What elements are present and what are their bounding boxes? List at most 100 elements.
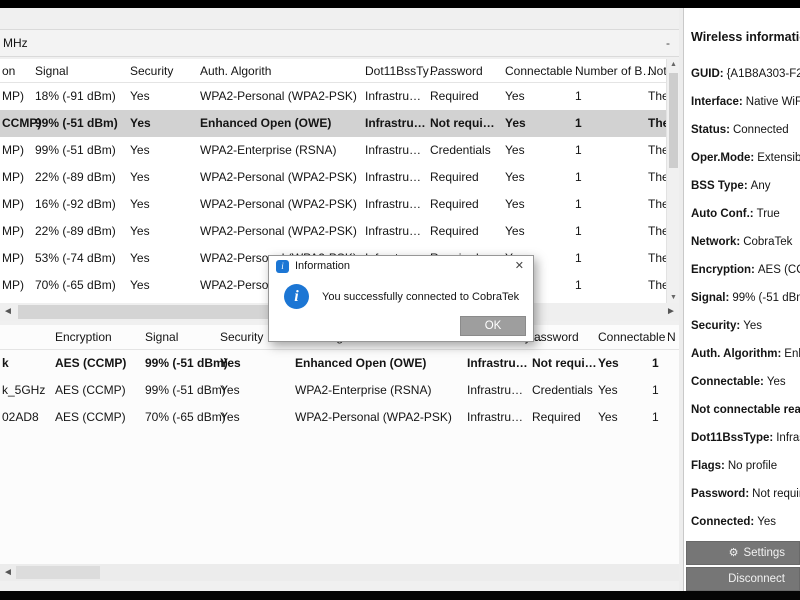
info-field-network: Network: CobraTek xyxy=(691,236,793,248)
cell: Infrastru… xyxy=(365,116,426,130)
network-row[interactable]: MP) 18% (-91 dBm) Yes WPA2-Personal (WPA… xyxy=(0,83,666,110)
disconnect-button-label: Disconnect xyxy=(728,573,785,585)
column-header-signal[interactable]: Signal xyxy=(35,59,68,83)
dialog-message: You successfully connected to CobraTek xyxy=(322,291,520,303)
network-row[interactable]: MP) 16% (-92 dBm) Yes WPA2-Personal (WPA… xyxy=(0,191,666,218)
scrollbar-thumb[interactable] xyxy=(18,305,288,319)
settings-button[interactable]: ⚙ Settings xyxy=(686,541,800,565)
cell: 1 xyxy=(575,278,582,292)
cell: 1 xyxy=(575,197,582,211)
cell: Yes xyxy=(130,224,150,238)
info-field-not-connectable-reason: Not connectable reas xyxy=(691,404,800,416)
cell: 99% (-51 dBm) xyxy=(145,383,226,397)
network-row[interactable]: MP) 22% (-89 dBm) Yes WPA2-Personal (WPA… xyxy=(0,218,666,245)
info-field-auth-algorithm: Auth. Algorithm:Enh xyxy=(691,348,800,360)
disconnect-button[interactable]: Disconnect xyxy=(686,567,800,591)
cell: 1 xyxy=(652,383,659,397)
dialog-title: Information xyxy=(295,260,351,272)
settings-button-label: Settings xyxy=(743,547,785,559)
cell: Yes xyxy=(598,410,618,424)
column-header-number-of-bssids[interactable]: Number of B… xyxy=(575,59,654,83)
dropdown-glyph[interactable]: - xyxy=(666,30,670,56)
column-header-not-connectable[interactable]: N xyxy=(667,325,676,349)
information-dialog: i Information ✕ i You successfully conne… xyxy=(268,255,534,342)
gear-icon: ⚙ xyxy=(728,547,739,559)
cell: 1 xyxy=(575,116,582,130)
cell: Yes xyxy=(130,251,150,265)
cell: 22% (-89 dBm) xyxy=(35,224,116,238)
cell: Required xyxy=(430,170,479,184)
column-header-password[interactable]: Password xyxy=(430,59,483,83)
column-header-encryption[interactable]: on xyxy=(2,59,15,83)
cell: 02AD8 xyxy=(2,410,39,424)
scroll-right-icon[interactable]: ► xyxy=(663,303,679,321)
frequency-label: MHz xyxy=(3,36,28,50)
column-header-security[interactable]: Security xyxy=(220,325,263,349)
column-header-encryption[interactable]: Encryption xyxy=(55,325,112,349)
cell: 1 xyxy=(652,410,659,424)
cell: 99% (-51 dBm) xyxy=(35,116,118,130)
info-field-guid: GUID:{A1B8A303-F25 xyxy=(691,68,800,80)
cell: Infrastru… xyxy=(467,383,524,397)
cell: 1 xyxy=(575,251,582,265)
cell: The c… xyxy=(648,278,666,292)
wireless-info-panel: Wireless information GUID:{A1B8A303-F25 … xyxy=(683,8,800,591)
cell: Required xyxy=(430,89,479,103)
cell: MP) xyxy=(2,143,24,157)
column-header-auth-algorithm[interactable]: Auth. Algorith xyxy=(200,59,271,83)
column-header-connectable[interactable]: Connectable xyxy=(505,59,572,83)
scroll-left-icon[interactable]: ◄ xyxy=(0,303,16,321)
cell: Yes xyxy=(505,224,525,238)
scrollbar-thumb[interactable] xyxy=(669,73,678,168)
cell: 18% (-91 dBm) xyxy=(35,89,116,103)
cell: Yes xyxy=(130,116,151,130)
cell: 99% (-51 dBm) xyxy=(35,143,116,157)
scrollbar-thumb[interactable] xyxy=(16,566,100,579)
cell: 16% (-92 dBm) xyxy=(35,197,116,211)
cell: Infrastru… xyxy=(467,410,524,424)
ok-button[interactable]: OK xyxy=(460,316,526,336)
profile-row[interactable]: 02AD8 AES (CCMP) 70% (-65 dBm) Yes WPA2-… xyxy=(0,404,683,431)
info-field-flags: Flags: No profile xyxy=(691,460,778,472)
cell: 1 xyxy=(575,170,582,184)
taskbar xyxy=(0,591,800,600)
vertical-scrollbar[interactable]: ▲ ▼ xyxy=(666,59,679,303)
cell: WPA2-Personal (WPA2-PSK) xyxy=(200,197,357,211)
info-field-connected: Connected: Yes xyxy=(691,516,777,528)
scroll-left-icon[interactable]: ◄ xyxy=(0,564,16,581)
cell: Infrastru… xyxy=(467,356,528,370)
close-icon[interactable]: ✕ xyxy=(515,256,524,277)
cell: The c… xyxy=(648,89,666,103)
cell: 1 xyxy=(575,224,582,238)
cell: Credentials xyxy=(430,143,491,157)
info-field-encryption: Encryption:AES (CCM xyxy=(691,264,800,276)
profile-row-selected[interactable]: k AES (CCMP) 99% (-51 dBm) Yes Enhanced … xyxy=(0,350,683,377)
cell: WPA2-Enterprise (RSNA) xyxy=(295,383,432,397)
cell: Yes xyxy=(505,170,525,184)
column-header-connectable[interactable]: Connectable xyxy=(598,325,665,349)
cell: WPA2-Personal (WPA2-PSK) xyxy=(295,410,452,424)
cell: Yes xyxy=(130,143,150,157)
column-header-signal[interactable]: Signal xyxy=(145,325,178,349)
column-header-security[interactable]: Security xyxy=(130,59,173,83)
network-row[interactable]: MP) 99% (-51 dBm) Yes WPA2-Enterprise (R… xyxy=(0,137,666,164)
cell: Infrastru… xyxy=(365,224,422,238)
cell: Yes xyxy=(505,116,526,130)
info-field-connectable: Connectable: Yes xyxy=(691,376,786,388)
dialog-titlebar[interactable]: i Information ✕ xyxy=(269,256,533,277)
horizontal-scrollbar-bottom[interactable]: ◄ xyxy=(0,564,683,581)
cell: Yes xyxy=(220,356,241,370)
network-row-selected[interactable]: CCMP) 99% (-51 dBm) Yes Enhanced Open (O… xyxy=(0,110,666,137)
cell: Yes xyxy=(598,383,618,397)
info-field-status: Status: Connected xyxy=(691,124,789,136)
cell: WPA2-Personal (WPA2-PSK) xyxy=(200,170,357,184)
cell: The c… xyxy=(648,170,666,184)
info-field-password: Password: Not requir xyxy=(691,488,800,500)
cell: Enhanced Open (OWE) xyxy=(295,356,427,370)
cell: MP) xyxy=(2,278,24,292)
profile-row[interactable]: k_5GHz AES (CCMP) 99% (-51 dBm) Yes WPA2… xyxy=(0,377,683,404)
network-row[interactable]: MP) 22% (-89 dBm) Yes WPA2-Personal (WPA… xyxy=(0,164,666,191)
cell: Not requi… xyxy=(430,116,495,130)
column-header-not-connectable[interactable]: Not c… xyxy=(648,59,666,83)
top-edge-bar xyxy=(0,0,800,8)
